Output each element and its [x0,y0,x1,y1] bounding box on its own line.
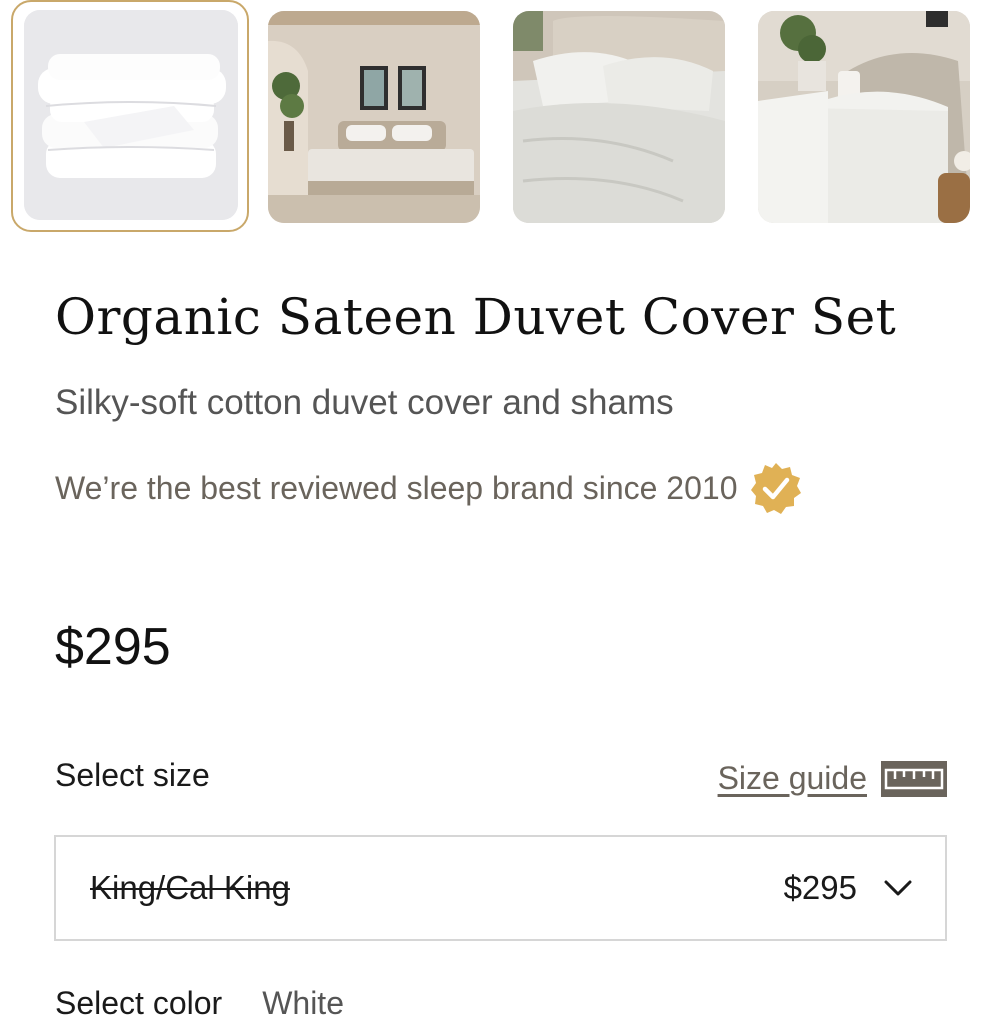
select-right-group: $295 [784,869,913,907]
ruler-icon[interactable] [881,760,947,797]
bed-closeup-image [513,11,725,223]
chevron-down-icon[interactable] [883,878,913,898]
product-title: Organic Sateen Duvet Cover Set [55,288,897,346]
size-guide-text[interactable]: Size guide [718,760,867,797]
bedroom-wide-image [268,11,480,223]
bed-side-view-image [758,11,970,223]
select-size-label: Select size [55,757,210,793]
size-guide-link[interactable]: Size guide [718,760,947,797]
select-color-label: Select color [55,985,223,1021]
product-subtitle: Silky-soft cotton duvet cover and shams [55,383,674,422]
product-gallery [0,0,1000,240]
trust-statement: We’re the best reviewed sleep brand sinc… [55,463,803,514]
gallery-thumbnail-2[interactable] [268,11,480,223]
gallery-thumbnail-3[interactable] [513,11,725,223]
selected-size-price: $295 [783,869,857,906]
selected-size-value: King/Cal King [90,869,290,906]
trust-text: We’re the best reviewed sleep brand sinc… [55,469,738,506]
gallery-thumbnail-1[interactable] [24,10,238,220]
product-price: $295 [55,618,171,676]
verified-badge-icon [751,463,802,514]
selected-color-value: White [262,985,344,1021]
gallery-thumbnail-4[interactable] [758,11,970,223]
size-select-dropdown[interactable]: King/Cal King $295 [54,835,947,941]
select-color-row: Select color White [55,985,344,1022]
duvet-stack-image [24,10,238,220]
